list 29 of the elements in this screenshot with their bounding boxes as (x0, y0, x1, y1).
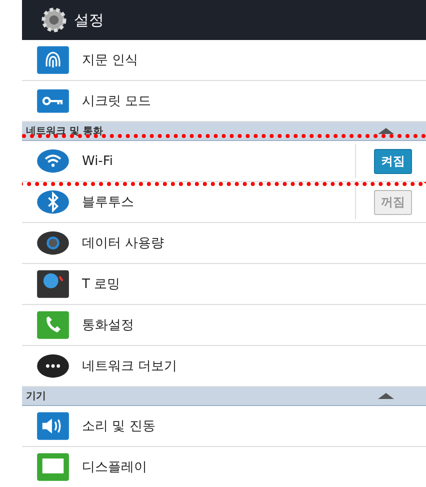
screen-title: 설정 (74, 10, 104, 30)
display-icon (36, 450, 70, 484)
settings-item[interactable]: 디스플레이 (22, 447, 426, 487)
settings-item[interactable]: 통화설정 (22, 305, 426, 346)
toggle-switch[interactable]: 켜짐 (374, 148, 412, 174)
gear-icon (40, 6, 68, 34)
item-label: 네트워크 더보기 (82, 358, 178, 375)
sound-icon (36, 409, 70, 443)
item-label: 블루투스 (82, 194, 135, 211)
settings-item[interactable]: 블루투스 꺼짐 (22, 182, 426, 223)
item-label: Wi-Fi (82, 154, 114, 168)
settings-item[interactable]: T 로밍 (22, 264, 426, 305)
item-label: T 로밍 (82, 276, 122, 293)
item-label: 통화설정 (82, 317, 135, 334)
item-label: 시크릿 모드 (82, 93, 152, 110)
item-label: 데이터 사용량 (82, 235, 166, 252)
section-header[interactable]: 기기 (22, 387, 426, 406)
settings-item[interactable]: 소리 및 진동 (22, 406, 426, 447)
item-label: 소리 및 진동 (82, 418, 156, 435)
item-label: 디스플레이 (82, 459, 148, 476)
collapse-arrow-icon (378, 128, 394, 134)
item-label: 지문 인식 (82, 52, 140, 69)
settings-item[interactable]: 데이터 사용량 (22, 223, 426, 264)
settings-item[interactable]: Wi-Fi 켜짐 (22, 141, 426, 182)
roaming-icon (36, 267, 70, 301)
settings-item[interactable]: 지문 인식 (22, 40, 426, 81)
phone-icon (36, 308, 70, 342)
collapse-arrow-icon (378, 393, 394, 399)
fingerprint-icon (36, 43, 70, 77)
